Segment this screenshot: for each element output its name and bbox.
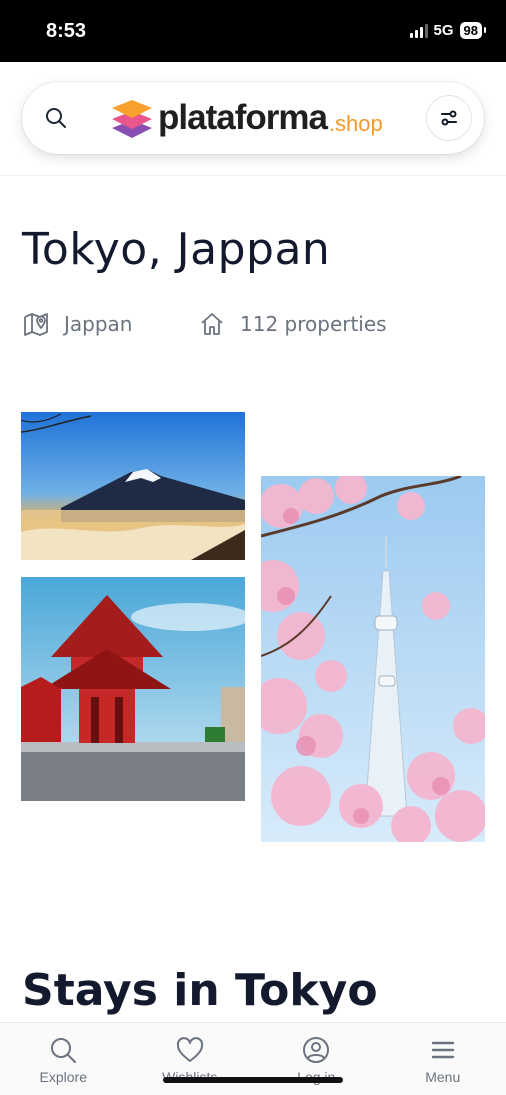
stays-section-title: Stays in Tokyo bbox=[22, 965, 378, 1016]
signal-icon bbox=[409, 23, 428, 38]
photo-red-temple[interactable] bbox=[21, 577, 245, 801]
header-divider bbox=[0, 175, 506, 176]
nav-explore-label: Explore bbox=[39, 1069, 87, 1085]
properties-count: 112 properties bbox=[240, 312, 387, 336]
logo-suffix: .shop bbox=[328, 111, 383, 136]
nav-menu[interactable]: Menu bbox=[380, 1023, 506, 1095]
skytree-image bbox=[261, 476, 485, 842]
user-circle-icon bbox=[303, 1037, 330, 1063]
sliders-icon bbox=[441, 110, 457, 126]
heart-icon bbox=[176, 1037, 203, 1062]
mount-fuji-image bbox=[21, 412, 245, 560]
properties-meta: 112 properties bbox=[198, 310, 387, 338]
filter-button[interactable] bbox=[426, 95, 472, 141]
photo-skytree[interactable] bbox=[261, 476, 485, 842]
network-type: 5G bbox=[433, 22, 454, 39]
menu-icon bbox=[431, 1041, 454, 1059]
nav-login[interactable]: Log in bbox=[253, 1023, 380, 1095]
brand-logo[interactable]: plataforma .shop bbox=[110, 94, 383, 142]
search-icon[interactable] bbox=[44, 106, 68, 130]
battery-icon: 98 bbox=[459, 22, 487, 39]
temple-image bbox=[21, 577, 245, 801]
nav-wishlists[interactable]: Wishlists bbox=[127, 1023, 254, 1095]
map-pin-icon bbox=[24, 313, 48, 336]
status-indicators: 5G 98 bbox=[409, 22, 487, 39]
nav-menu-label: Menu bbox=[425, 1069, 461, 1085]
status-time: 8:53 bbox=[46, 20, 87, 42]
photo-mount-fuji[interactable] bbox=[21, 412, 245, 560]
status-bar: 8:53 5G 98 bbox=[0, 0, 506, 62]
country-name: Jappan bbox=[64, 312, 133, 336]
home-icon bbox=[201, 313, 223, 335]
page-title: Tokyo, Jappan bbox=[22, 224, 331, 275]
country-meta: Jappan bbox=[22, 310, 132, 338]
logo-layers-icon bbox=[112, 100, 152, 138]
logo-text: plataforma bbox=[158, 98, 328, 137]
nav-explore[interactable]: Explore bbox=[0, 1023, 127, 1095]
bottom-nav: Explore Wishlists Log in Menu bbox=[0, 1022, 506, 1095]
home-indicator[interactable] bbox=[163, 1077, 343, 1083]
search-icon bbox=[51, 1038, 77, 1063]
search-bar[interactable]: plataforma .shop bbox=[22, 82, 484, 154]
